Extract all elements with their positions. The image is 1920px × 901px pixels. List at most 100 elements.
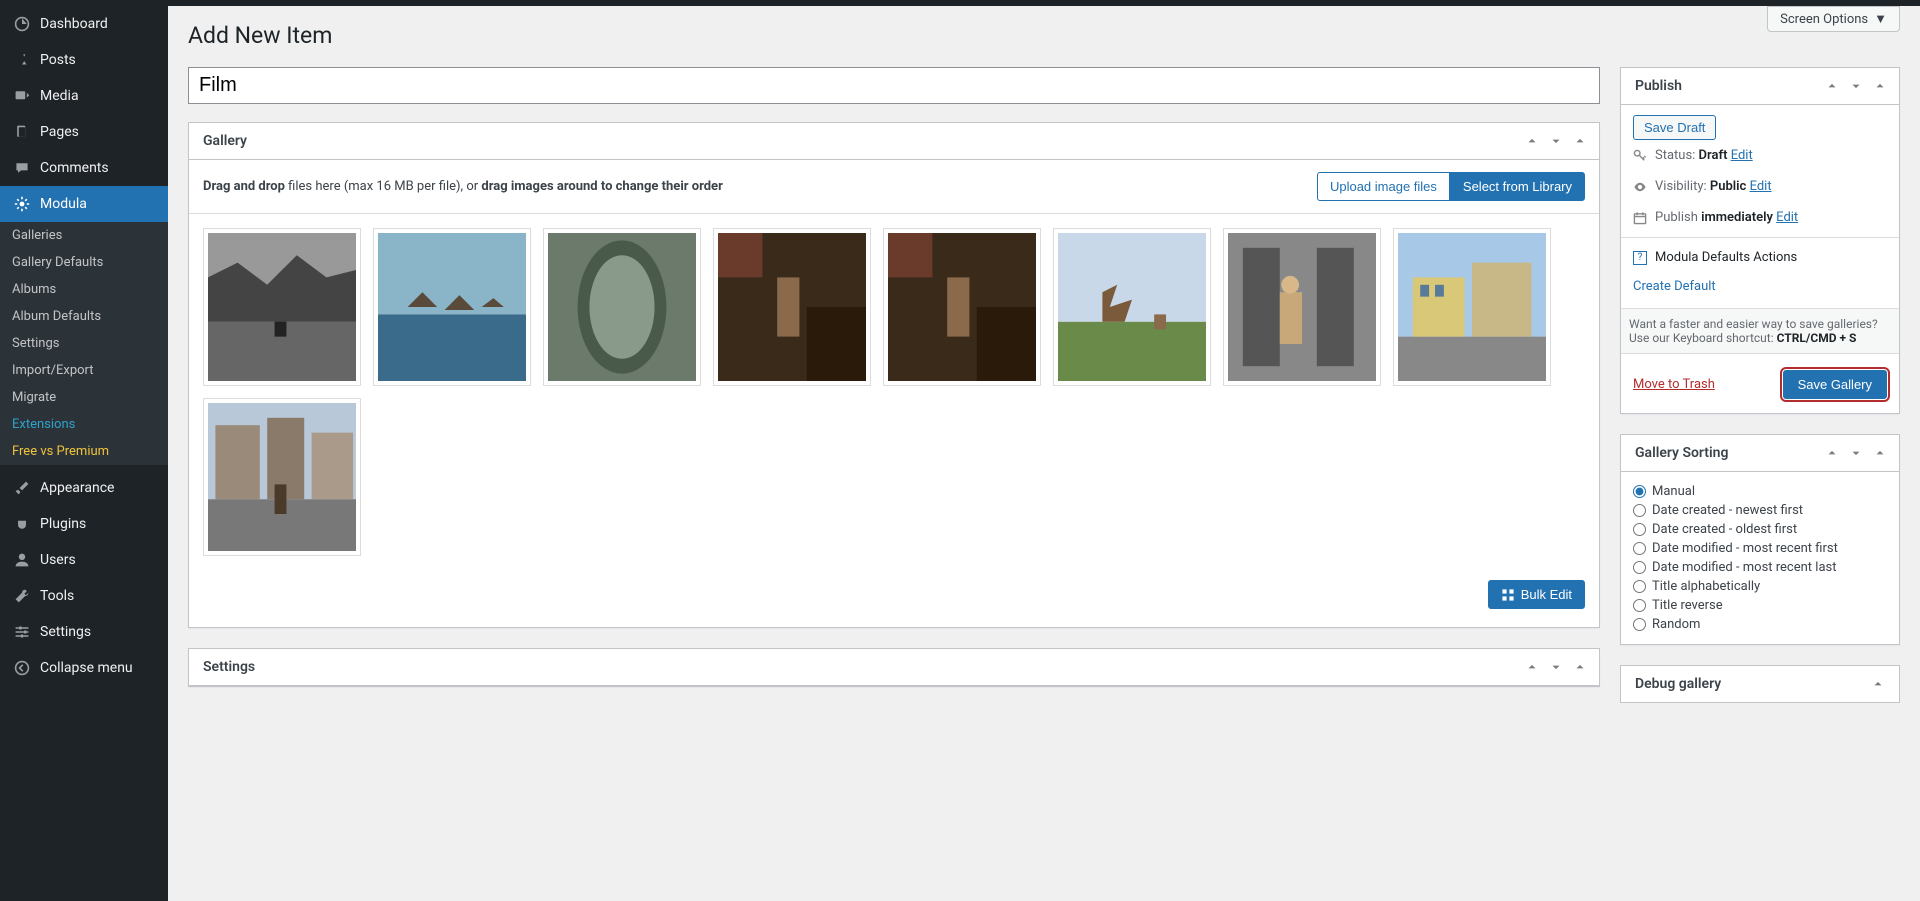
- sort-radio[interactable]: [1633, 485, 1646, 498]
- panel-down-icon[interactable]: [1845, 75, 1867, 97]
- panel-toggle-icon[interactable]: [1569, 656, 1591, 678]
- sidebar-sub-galleries[interactable]: Galleries: [0, 222, 168, 249]
- comment-icon: [12, 158, 32, 178]
- bulk-edit-button[interactable]: Bulk Edit: [1488, 580, 1585, 609]
- sort-option-created-newest[interactable]: Date created - newest first: [1633, 501, 1887, 520]
- gallery-thumb[interactable]: [203, 228, 361, 386]
- sidebar-item-media[interactable]: Media: [0, 78, 168, 114]
- sidebar-item-users[interactable]: Users: [0, 542, 168, 578]
- panel-up-icon[interactable]: [1871, 677, 1885, 691]
- sidebar-item-posts[interactable]: Posts: [0, 42, 168, 78]
- gallery-thumb[interactable]: [1393, 228, 1551, 386]
- gear-icon: [12, 194, 32, 214]
- bulk-edit-label: Bulk Edit: [1521, 587, 1572, 602]
- sidebar-item-appearance[interactable]: Appearance: [0, 470, 168, 506]
- sort-option-title-alpha[interactable]: Title alphabetically: [1633, 577, 1887, 596]
- sidebar-label: Plugins: [40, 516, 86, 532]
- sort-option-modified-recent-first[interactable]: Date modified - most recent first: [1633, 539, 1887, 558]
- sort-label: Title alphabetically: [1652, 579, 1760, 594]
- edit-status-link[interactable]: Edit: [1731, 148, 1753, 163]
- sidebar-sub-gallery-defaults[interactable]: Gallery Defaults: [0, 249, 168, 276]
- sidebar-sub-settings[interactable]: Settings: [0, 330, 168, 357]
- sidebar-item-comments[interactable]: Comments: [0, 150, 168, 186]
- publish-date-row: Publish immediately Edit: [1633, 202, 1887, 233]
- main-content: Screen Options▼ Add New Item Gallery Dra…: [168, 0, 1920, 901]
- sidebar-label: Posts: [40, 52, 76, 68]
- plug-icon: [12, 514, 32, 534]
- gallery-title: Gallery: [189, 123, 1521, 159]
- gallery-thumb[interactable]: [543, 228, 701, 386]
- panel-up-icon[interactable]: [1821, 442, 1843, 464]
- upload-image-files-button[interactable]: Upload image files: [1317, 172, 1450, 201]
- panel-up-icon[interactable]: [1521, 130, 1543, 152]
- chevron-down-icon: ▼: [1874, 11, 1887, 27]
- gallery-thumb[interactable]: [713, 228, 871, 386]
- title-input[interactable]: [188, 67, 1600, 104]
- calendar-icon: [1633, 211, 1647, 225]
- panel-up-icon[interactable]: [1821, 75, 1843, 97]
- sort-radio[interactable]: [1633, 561, 1646, 574]
- media-icon: [12, 86, 32, 106]
- wrench-icon: [12, 586, 32, 606]
- inst-text: files here (max 16 MB per file), or: [285, 179, 481, 194]
- gallery-thumb[interactable]: [883, 228, 1041, 386]
- sidebar-sub-albums[interactable]: Albums: [0, 276, 168, 303]
- screen-options-toggle[interactable]: Screen Options ▼: [1767, 6, 1900, 32]
- sort-radio[interactable]: [1633, 580, 1646, 593]
- panel-toggle-icon[interactable]: [1869, 442, 1891, 464]
- sort-radio[interactable]: [1633, 542, 1646, 555]
- sidebar-item-pages[interactable]: Pages: [0, 114, 168, 150]
- panel-down-icon[interactable]: [1545, 130, 1567, 152]
- sidebar-sub-free-premium[interactable]: Free vs Premium: [0, 438, 168, 465]
- screen-options-label: Screen Options: [1780, 12, 1868, 27]
- gallery-thumb[interactable]: [1053, 228, 1211, 386]
- sidebar-sub-extensions[interactable]: Extensions: [0, 411, 168, 438]
- panel-toggle-icon[interactable]: [1569, 130, 1591, 152]
- visibility-row: Visibility: Public Edit: [1633, 171, 1887, 202]
- sidebar-item-settings[interactable]: Settings: [0, 614, 168, 650]
- publish-date-label: Publish: [1655, 210, 1701, 225]
- sidebar-sub-album-defaults[interactable]: Album Defaults: [0, 303, 168, 330]
- debug-title: Debug gallery: [1635, 676, 1721, 692]
- sliders-icon: [12, 622, 32, 642]
- sort-radio[interactable]: [1633, 523, 1646, 536]
- gallery-thumb[interactable]: [203, 398, 361, 556]
- save-draft-button[interactable]: Save Draft: [1633, 115, 1716, 140]
- gallery-instructions: Drag and drop files here (max 16 MB per …: [189, 160, 1599, 214]
- status-value: Draft: [1699, 148, 1728, 163]
- edit-visibility-link[interactable]: Edit: [1750, 179, 1772, 194]
- sidebar-label: Dashboard: [40, 16, 108, 32]
- panel-down-icon[interactable]: [1545, 656, 1567, 678]
- sort-radio[interactable]: [1633, 599, 1646, 612]
- sort-option-modified-recent-last[interactable]: Date modified - most recent last: [1633, 558, 1887, 577]
- panel-toggle-icon[interactable]: [1869, 75, 1891, 97]
- sort-option-created-oldest[interactable]: Date created - oldest first: [1633, 520, 1887, 539]
- sidebar-label: Modula: [40, 196, 87, 212]
- save-gallery-button[interactable]: Save Gallery: [1783, 370, 1887, 399]
- sidebar-label: Appearance: [40, 480, 114, 496]
- move-to-trash-link[interactable]: Move to Trash: [1633, 377, 1715, 392]
- panel-down-icon[interactable]: [1845, 442, 1867, 464]
- sidebar-item-modula[interactable]: Modula: [0, 186, 168, 222]
- sidebar-item-collapse[interactable]: Collapse menu: [0, 650, 168, 686]
- sidebar-item-dashboard[interactable]: Dashboard: [0, 6, 168, 42]
- create-default-link[interactable]: Create Default: [1633, 273, 1716, 300]
- panel-up-icon[interactable]: [1521, 656, 1543, 678]
- sort-radio[interactable]: [1633, 618, 1646, 631]
- sidebar-label: Users: [40, 552, 76, 568]
- sidebar-item-plugins[interactable]: Plugins: [0, 506, 168, 542]
- sidebar-sub-migrate[interactable]: Migrate: [0, 384, 168, 411]
- gallery-thumb[interactable]: [373, 228, 531, 386]
- sort-option-random[interactable]: Random: [1633, 615, 1887, 634]
- key-icon: [1633, 149, 1647, 163]
- select-from-library-button[interactable]: Select from Library: [1450, 172, 1585, 201]
- sort-radio[interactable]: [1633, 504, 1646, 517]
- settings-header: Settings: [189, 649, 1599, 686]
- sidebar-item-tools[interactable]: Tools: [0, 578, 168, 614]
- gallery-thumb[interactable]: [1223, 228, 1381, 386]
- sort-option-title-reverse[interactable]: Title reverse: [1633, 596, 1887, 615]
- debug-postbox: Debug gallery: [1620, 665, 1900, 703]
- sidebar-sub-import-export[interactable]: Import/Export: [0, 357, 168, 384]
- sort-option-manual[interactable]: Manual: [1633, 482, 1887, 501]
- edit-publish-link[interactable]: Edit: [1776, 210, 1798, 225]
